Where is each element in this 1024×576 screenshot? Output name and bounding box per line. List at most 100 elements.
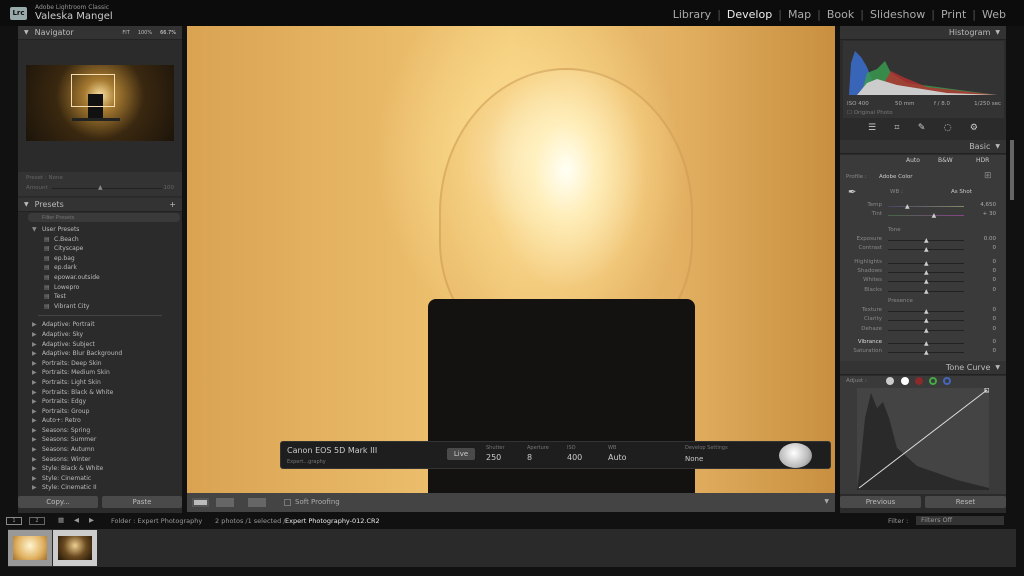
- main-window-button[interactable]: 1: [6, 517, 22, 525]
- forward-arrow-icon[interactable]: ▶: [89, 516, 94, 524]
- slider-thumb[interactable]: ▲: [924, 317, 929, 324]
- filmstrip-thumb[interactable]: [53, 530, 97, 566]
- previous-button[interactable]: Previous: [840, 496, 921, 508]
- wb-eyedropper-icon[interactable]: ✒: [848, 187, 856, 198]
- histogram[interactable]: ISO 400 50 mm f / 8.0 1/250 sec ☐ Origin…: [843, 41, 1004, 118]
- slider-shadows[interactable]: Shadows ▲ 0: [840, 268, 1006, 277]
- slider-dehaze[interactable]: Dehaze ▲ 0: [840, 326, 1006, 335]
- slider-track[interactable]: [888, 206, 964, 207]
- copy-button[interactable]: Copy...: [18, 496, 98, 508]
- preset-item[interactable]: ▤ epowar.outside: [18, 273, 182, 283]
- compare-icon[interactable]: [248, 498, 266, 507]
- module-library[interactable]: Library: [673, 8, 711, 21]
- slider-value[interactable]: 0: [993, 307, 997, 313]
- preset-group[interactable]: ▶ Style: Cinematic II: [18, 483, 182, 493]
- slider-value[interactable]: 0: [993, 268, 997, 274]
- slider-thumb[interactable]: ▲: [932, 212, 937, 219]
- slider-thumb[interactable]: ▲: [924, 237, 929, 244]
- preset-item[interactable]: ▤ ep.bag: [18, 254, 182, 264]
- folder-source[interactable]: Folder : Expert Photography: [111, 517, 202, 525]
- basic-header[interactable]: Basic ▼: [840, 140, 1006, 154]
- slider-knob[interactable]: ▲: [98, 184, 103, 191]
- module-web[interactable]: Web: [982, 8, 1006, 21]
- preset-group[interactable]: ▶ Adaptive: Blur Background: [18, 349, 182, 359]
- preset-item[interactable]: ▤ ep.dark: [18, 263, 182, 273]
- navigator-viewport[interactable]: [71, 74, 115, 107]
- right-panel-scrollbar[interactable]: [1010, 140, 1014, 200]
- module-print[interactable]: Print: [941, 8, 966, 21]
- slider-value[interactable]: 0.00: [984, 236, 996, 242]
- slider-thumb[interactable]: ▲: [924, 278, 929, 285]
- preset-group[interactable]: ▶ Adaptive: Sky: [18, 330, 182, 340]
- preset-group[interactable]: ▶ Portraits: Deep Skin: [18, 359, 182, 369]
- profile-select[interactable]: Adobe Color: [879, 174, 913, 180]
- navigator-header[interactable]: ▼ Navigator FIT 100% 66.7%: [18, 26, 182, 40]
- presets-header[interactable]: ▼ Presets +: [18, 198, 182, 212]
- navigator-preview[interactable]: [26, 65, 174, 141]
- filmstrip-thumb[interactable]: [8, 530, 52, 566]
- blue-curve-icon[interactable]: [943, 377, 951, 385]
- rgb-curve-icon[interactable]: [901, 377, 909, 385]
- settings-gear-icon[interactable]: ⚙: [970, 123, 978, 133]
- preset-item[interactable]: ▤ C.Beach: [18, 235, 182, 245]
- preset-group[interactable]: ▶ Auto+: Retro: [18, 416, 182, 426]
- preset-group[interactable]: ▶ Seasons: Summer: [18, 435, 182, 445]
- preset-group[interactable]: ▶ Seasons: Winter: [18, 455, 182, 465]
- slider-texture[interactable]: Texture ▲ 0: [840, 307, 1006, 316]
- toolbar-menu-icon[interactable]: ▼: [824, 498, 829, 505]
- preset-group[interactable]: ▶ Seasons: Spring: [18, 426, 182, 436]
- wb-select[interactable]: As Shot: [951, 189, 972, 195]
- capture-button[interactable]: [779, 443, 812, 468]
- slider-whites[interactable]: Whites ▲ 0: [840, 277, 1006, 286]
- slider-blacks[interactable]: Blacks ▲ 0: [840, 287, 1006, 296]
- iso-value[interactable]: 400: [567, 453, 582, 462]
- wb-value[interactable]: Auto: [608, 453, 627, 462]
- slider-value[interactable]: 0: [993, 245, 997, 251]
- slider-value[interactable]: 0: [993, 316, 997, 322]
- masking-icon[interactable]: ◌: [944, 123, 952, 133]
- preset-item[interactable]: ▤ Lowepro: [18, 283, 182, 293]
- slider-thumb[interactable]: ▲: [924, 288, 929, 295]
- preset-search-input[interactable]: [28, 213, 180, 222]
- before-after-icon[interactable]: [216, 498, 234, 507]
- preset-group[interactable]: ▶ Portraits: Black & White: [18, 388, 182, 398]
- preset-group[interactable]: ▶ Portraits: Group: [18, 407, 182, 417]
- slider-value[interactable]: 0: [993, 277, 997, 283]
- preset-group[interactable]: ▶ Portraits: Medium Skin: [18, 368, 182, 378]
- slider-contrast[interactable]: Contrast ▲ 0: [840, 245, 1006, 254]
- slider-thumb[interactable]: ▲: [924, 327, 929, 334]
- green-curve-icon[interactable]: [929, 377, 937, 385]
- tone-curve-header[interactable]: Tone Curve ▼: [840, 361, 1006, 375]
- slider-thumb[interactable]: ▲: [924, 340, 929, 347]
- preset-group[interactable]: ▶ Seasons: Autumn: [18, 445, 182, 455]
- current-file[interactable]: Expert Photography-012.CR2: [285, 517, 380, 525]
- preset-group[interactable]: ▼ User Presets: [18, 225, 182, 235]
- photo-canvas[interactable]: [187, 26, 835, 493]
- profile-browser-icon[interactable]: ⊞: [984, 171, 992, 181]
- slider-temp[interactable]: Temp ▲ 4,650: [840, 202, 1006, 211]
- soft-proofing-checkbox[interactable]: [284, 499, 291, 506]
- slider-value[interactable]: 0: [993, 259, 997, 265]
- auto-button[interactable]: Auto: [906, 157, 920, 164]
- module-slideshow[interactable]: Slideshow: [870, 8, 925, 21]
- paste-button[interactable]: Paste: [102, 496, 182, 508]
- module-develop[interactable]: Develop: [727, 8, 772, 21]
- slider-thumb[interactable]: ▲: [924, 349, 929, 356]
- preset-group[interactable]: ▶ Portraits: Edgy: [18, 397, 182, 407]
- slider-thumb[interactable]: ▲: [924, 246, 929, 253]
- preset-group[interactable]: ▶ Adaptive: Subject: [18, 340, 182, 350]
- shutter-value[interactable]: 250: [486, 453, 501, 462]
- live-button[interactable]: Live: [447, 448, 475, 460]
- slider-vibrance[interactable]: Vibrance ▲ 0: [840, 339, 1006, 348]
- slider-value[interactable]: + 30: [983, 211, 996, 217]
- module-book[interactable]: Book: [827, 8, 854, 21]
- camera-name[interactable]: Canon EOS 5D Mark III: [287, 446, 377, 455]
- red-curve-icon[interactable]: [915, 377, 923, 385]
- slider-thumb[interactable]: ▲: [924, 308, 929, 315]
- preset-group[interactable]: ▶ Style: Black & White: [18, 464, 182, 474]
- slider-value[interactable]: 4,650: [980, 202, 996, 208]
- aperture-value[interactable]: 8: [527, 453, 532, 462]
- slider-thumb[interactable]: ▲: [924, 260, 929, 267]
- zoom-100[interactable]: 100%: [138, 30, 152, 36]
- slider-saturation[interactable]: Saturation ▲ 0: [840, 348, 1006, 357]
